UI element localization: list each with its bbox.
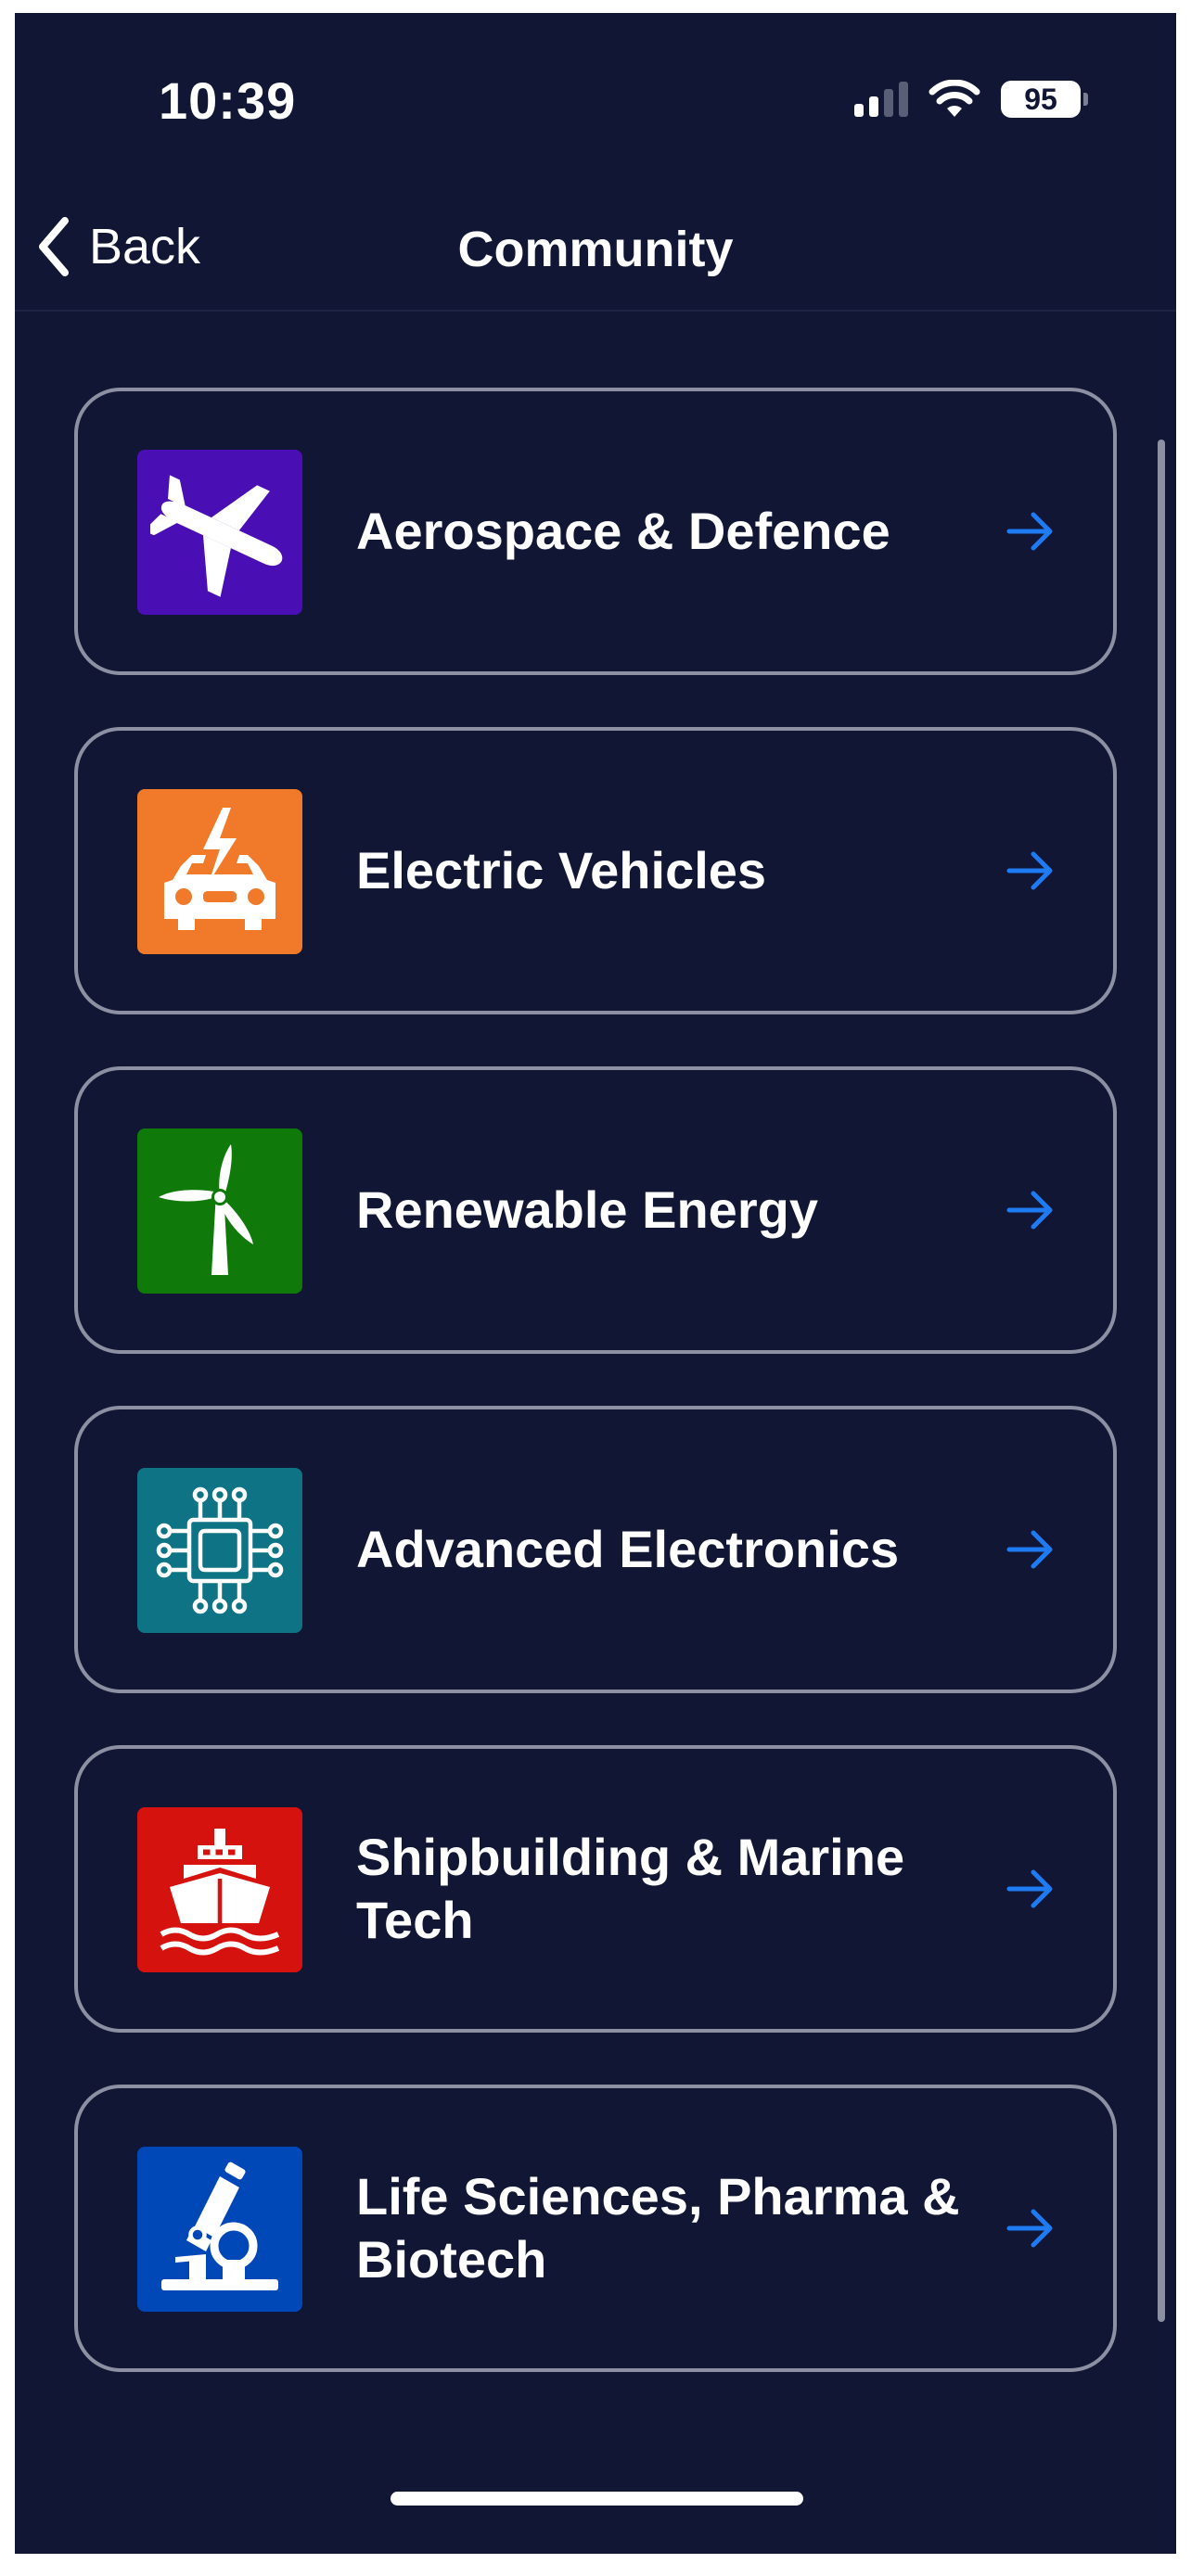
status-icons: 95 [854,80,1088,119]
category-card-shipbuilding-marine[interactable]: Shipbuilding & Marine Tech [74,1745,1117,2033]
arrow-right-icon [1006,2209,1053,2248]
arrow-right-icon [1006,512,1053,551]
electric-car-icon [137,789,302,954]
arrow-right-icon [1006,1869,1053,1908]
category-card-renewable-energy[interactable]: Renewable Energy [74,1066,1117,1354]
microchip-icon [137,1468,302,1633]
wind-turbine-icon [137,1129,302,1294]
wifi-icon [928,80,980,117]
navigation-bar: Back Community [15,180,1176,312]
home-indicator[interactable] [391,2492,803,2506]
arrow-right-icon [1006,851,1053,890]
battery-icon: 95 [1001,81,1088,118]
cellular-signal-icon [854,82,908,117]
category-label: Aerospace & Defence [356,502,890,560]
airplane-icon [137,450,302,615]
app-screen: 10:39 95 Back Community Aerospace & Defe… [15,13,1176,2554]
category-label: Life Sciences, Pharma & Biotech [356,2167,960,2289]
category-label: Shipbuilding & Marine Tech [356,1828,905,1949]
category-card-life-sciences[interactable]: Life Sciences, Pharma & Biotech [74,2085,1117,2372]
category-card-aerospace-defence[interactable]: Aerospace & Defence [74,388,1117,675]
category-label: Renewable Energy [356,1180,818,1239]
microscope-icon [137,2147,302,2312]
ship-icon [137,1807,302,1972]
category-card-advanced-electronics[interactable]: Advanced Electronics [74,1406,1117,1693]
scrollbar[interactable] [1158,440,1165,2322]
page-title: Community [457,222,734,277]
category-list: Aerospace & Defence Electric Vehicles Re… [74,388,1117,2372]
battery-level: 95 [1001,81,1081,118]
status-time: 10:39 [159,71,297,130]
category-label: Advanced Electronics [356,1520,900,1578]
arrow-right-icon [1006,1191,1053,1230]
category-card-electric-vehicles[interactable]: Electric Vehicles [74,727,1117,1014]
arrow-right-icon [1006,1530,1053,1569]
category-label: Electric Vehicles [356,841,767,899]
